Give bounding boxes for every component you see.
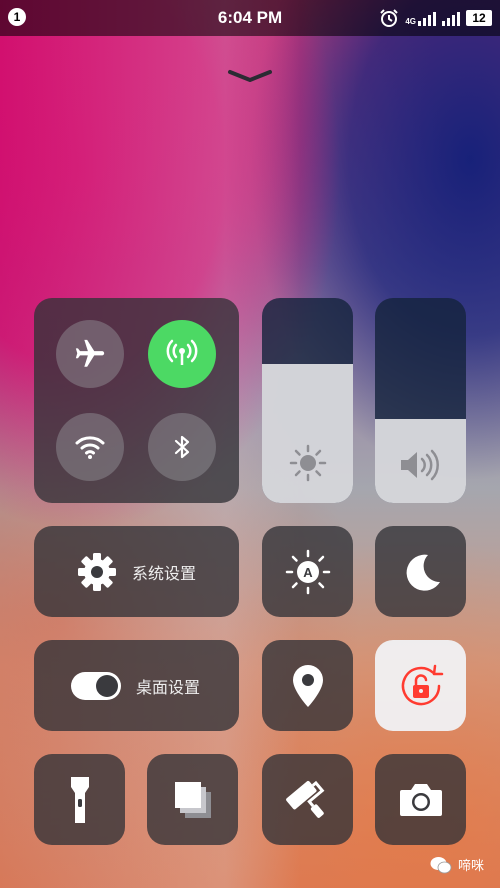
brightness-slider[interactable] (262, 298, 353, 503)
paint-roller-button[interactable] (262, 754, 353, 845)
location-button[interactable] (262, 640, 353, 731)
wechat-icon (430, 856, 452, 873)
signal-icon (442, 10, 460, 26)
screenshot-icon (174, 781, 211, 818)
do-not-disturb-button[interactable] (375, 526, 466, 617)
speaker-icon (400, 449, 439, 481)
connectivity-panel (34, 298, 239, 503)
system-settings-label: 系统设置 (132, 565, 197, 583)
alarm-icon (380, 9, 399, 27)
auto-brightness-icon: A (285, 549, 330, 594)
flashlight-icon (70, 776, 89, 823)
camera-button[interactable] (375, 754, 466, 845)
sun-icon (289, 444, 326, 482)
cellular-data-button[interactable] (148, 320, 216, 388)
bluetooth-icon (174, 435, 190, 459)
wifi-button[interactable] (56, 413, 124, 481)
system-settings-button[interactable]: 系统设置 (34, 526, 239, 617)
paint-roller-icon (285, 780, 324, 818)
gear-icon (78, 552, 116, 591)
airplane-mode-button[interactable] (56, 320, 124, 388)
volume-slider[interactable] (375, 298, 466, 503)
airplane-icon (75, 339, 105, 367)
flashlight-button[interactable] (34, 754, 125, 845)
network-type-label: 4G (405, 17, 416, 26)
signal-icon (418, 10, 436, 26)
auto-brightness-letter: A (303, 565, 313, 580)
cellular-antenna-icon (166, 339, 198, 365)
rotation-lock-button[interactable] (375, 640, 466, 731)
battery-icon: 12 (466, 10, 492, 26)
wifi-icon (75, 436, 105, 459)
watermark: 啼咪 (430, 855, 484, 874)
rotation-lock-icon (401, 664, 443, 705)
status-bar: 1 6:04 PM 4G 12 (0, 0, 500, 36)
screenshot-button[interactable] (147, 754, 238, 845)
location-pin-icon (292, 664, 323, 707)
auto-brightness-button[interactable]: A (262, 526, 353, 617)
bluetooth-button[interactable] (148, 413, 216, 481)
desktop-settings-label: 桌面设置 (136, 679, 201, 697)
moon-icon (406, 554, 440, 591)
chevron-down-icon[interactable] (226, 66, 274, 86)
watermark-text: 啼咪 (457, 858, 484, 873)
camera-icon (399, 783, 442, 816)
desktop-settings-button[interactable]: 桌面设置 (34, 640, 239, 731)
toggle-icon (71, 671, 121, 700)
